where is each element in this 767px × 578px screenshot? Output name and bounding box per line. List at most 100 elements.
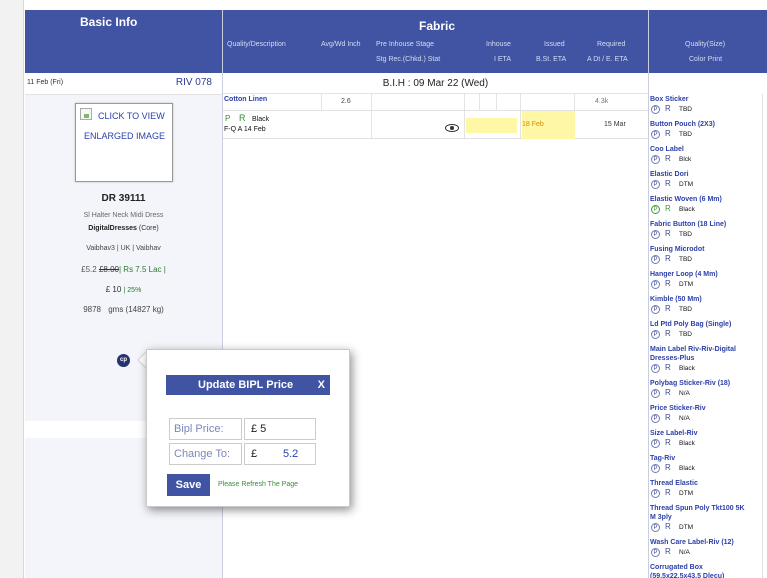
change-to-label: Change To: bbox=[169, 443, 242, 465]
r-status-icon[interactable]: R bbox=[239, 113, 246, 123]
p-status-icon[interactable]: P bbox=[651, 464, 660, 473]
p-status-icon[interactable]: P bbox=[651, 280, 660, 289]
r-status-icon[interactable]: R bbox=[665, 363, 671, 372]
trim-status-line: P R TBD bbox=[650, 254, 762, 265]
trim-name[interactable]: Button Pouch (2X3) bbox=[650, 120, 762, 129]
page: Basic Info Fabric Quality/Description Av… bbox=[0, 0, 767, 578]
trim-name[interactable]: Tag-Riv bbox=[650, 454, 762, 463]
r-status-icon[interactable]: R bbox=[665, 488, 671, 497]
change-to-input[interactable]: £ 5.2 bbox=[244, 443, 316, 465]
r-status-icon[interactable]: R bbox=[665, 413, 671, 422]
trim-name[interactable]: Corrugated Box bbox=[650, 563, 762, 572]
r-status-icon[interactable]: R bbox=[665, 129, 671, 138]
r-status-icon[interactable]: R bbox=[665, 179, 671, 188]
price-old: £8.00 bbox=[98, 265, 119, 274]
trim-name[interactable]: Polybag Sticker-Riv (18) bbox=[650, 379, 762, 388]
r-status-icon[interactable]: R bbox=[665, 438, 671, 447]
trim-name[interactable]: Kimble (50 Mm) bbox=[650, 295, 762, 304]
r-status-icon[interactable]: R bbox=[665, 329, 671, 338]
trim-name[interactable]: Thread Spun Poly Tkt100 5K bbox=[650, 504, 762, 513]
r-status-icon[interactable]: R bbox=[665, 254, 671, 263]
r-status-icon[interactable]: R bbox=[665, 154, 671, 163]
popup-title: Update BIPL Price bbox=[198, 379, 294, 391]
trim-name[interactable]: Ld Ptd Poly Bag (Single) bbox=[650, 320, 762, 329]
eye-icon[interactable] bbox=[445, 124, 459, 132]
bipl-price-label: Bipl Price: bbox=[169, 418, 242, 440]
trim-item: Elastic Woven (6 Mm) P R Black bbox=[650, 195, 762, 215]
close-button[interactable]: X bbox=[318, 375, 325, 395]
r-status-icon[interactable]: R bbox=[665, 522, 671, 531]
p-status-icon[interactable]: P bbox=[651, 523, 660, 532]
p-status-icon[interactable]: P bbox=[651, 414, 660, 423]
r-status-icon[interactable]: R bbox=[665, 304, 671, 313]
p-status-icon[interactable]: P bbox=[651, 305, 660, 314]
p-status-icon[interactable]: P bbox=[651, 548, 660, 557]
r-status-icon[interactable]: R bbox=[665, 204, 671, 213]
price-gbp: £5.2 bbox=[81, 265, 97, 274]
trim-name[interactable]: Size Label-Riv bbox=[650, 429, 762, 438]
p-status-icon[interactable]: P bbox=[651, 439, 660, 448]
p-status-icon[interactable]: P bbox=[225, 114, 230, 123]
trim-item: Price Sticker-Riv P R N/A bbox=[650, 404, 762, 424]
bipl-price-field: £ 5 bbox=[244, 418, 316, 440]
p-status-icon[interactable]: P bbox=[651, 255, 660, 264]
p-status-icon[interactable]: P bbox=[651, 330, 660, 339]
r-status-icon[interactable]: R bbox=[665, 104, 671, 113]
weight-total: gms (14827 kg) bbox=[108, 305, 164, 314]
r-status-icon[interactable]: R bbox=[665, 547, 671, 556]
col-required: Required bbox=[597, 41, 626, 48]
trim-item: Hanger Loop (4 Mm) P R DTM bbox=[650, 270, 762, 290]
trim-color-value: Blck bbox=[679, 156, 692, 163]
trim-name[interactable]: Coo Label bbox=[650, 145, 762, 154]
p-status-icon[interactable]: P bbox=[651, 489, 660, 498]
trim-color-value: Black bbox=[679, 465, 695, 472]
trim-color-value: DTM bbox=[679, 281, 694, 288]
r-status-icon[interactable]: R bbox=[665, 279, 671, 288]
trim-name[interactable]: Wash Care Label-Riv (12) bbox=[650, 538, 762, 547]
trim-item: Thread Spun Poly Tkt100 5K M 3ply P R DTM bbox=[650, 504, 762, 533]
fabric-row-cotton-linen: Cotton Linen 2.6 4.3k bbox=[223, 94, 648, 111]
left-gutter bbox=[0, 0, 24, 578]
p-status-icon[interactable]: P bbox=[651, 105, 660, 114]
trim-item: Button Pouch (2X3) P R TBD bbox=[650, 120, 762, 140]
trim-status-line: P R Black bbox=[650, 204, 762, 215]
trim-color-value: TBD bbox=[679, 256, 692, 263]
trim-color-value: TBD bbox=[679, 231, 692, 238]
trim-color-value: Black bbox=[679, 440, 695, 447]
p-status-icon[interactable]: P bbox=[651, 364, 660, 373]
trim-color-value: Black bbox=[679, 365, 695, 372]
trim-name[interactable]: Thread Elastic bbox=[650, 479, 762, 488]
trim-name[interactable]: Box Sticker bbox=[650, 95, 762, 104]
product-thumbnail[interactable]: CLICK TO VIEW ENLARGED IMAGE bbox=[75, 103, 173, 182]
p-status-icon[interactable]: P bbox=[651, 389, 660, 398]
trim-name[interactable]: Elastic Dori bbox=[650, 170, 762, 179]
trim-name[interactable]: Fabric Button (18 Line) bbox=[650, 220, 762, 229]
save-button[interactable]: Save bbox=[167, 474, 210, 496]
weight-info: 9878 gms (14827 kg) bbox=[25, 305, 222, 314]
trim-color-value: Black bbox=[679, 206, 695, 213]
p-status-icon[interactable]: P bbox=[651, 130, 660, 139]
trim-status-line: P R N/A bbox=[650, 388, 762, 399]
r-status-icon[interactable]: R bbox=[665, 463, 671, 472]
team-info: Vaibhav3 | UK | Vaibhav bbox=[86, 245, 161, 252]
trim-name[interactable]: Price Sticker-Riv bbox=[650, 404, 762, 413]
column-divider bbox=[648, 10, 649, 578]
p-status-icon[interactable]: P bbox=[651, 180, 660, 189]
trim-name[interactable]: Hanger Loop (4 Mm) bbox=[650, 270, 762, 279]
r-status-icon[interactable]: R bbox=[665, 229, 671, 238]
cp-button[interactable]: cp bbox=[117, 354, 130, 367]
margin-value: £ 10 bbox=[105, 285, 122, 294]
fabric-cell bbox=[372, 94, 465, 110]
col-quality-description: Quality/Description bbox=[227, 41, 286, 48]
trim-name[interactable]: Elastic Woven (6 Mm) bbox=[650, 195, 762, 204]
trim-name[interactable]: Fusing Microdot bbox=[650, 245, 762, 254]
r-status-icon[interactable]: R bbox=[665, 388, 671, 397]
currency-symbol: £ bbox=[251, 448, 258, 460]
p-status-icon[interactable]: P bbox=[651, 155, 660, 164]
p-status-icon[interactable]: P bbox=[651, 230, 660, 239]
p-status-icon[interactable]: P bbox=[651, 205, 660, 214]
trim-status-line: P R TBD bbox=[650, 304, 762, 315]
trim-name[interactable]: Main Label Riv-Riv-Digital bbox=[650, 345, 762, 354]
fabric-name[interactable]: Cotton Linen bbox=[224, 96, 267, 103]
trim-item: Polybag Sticker-Riv (18) P R N/A bbox=[650, 379, 762, 399]
